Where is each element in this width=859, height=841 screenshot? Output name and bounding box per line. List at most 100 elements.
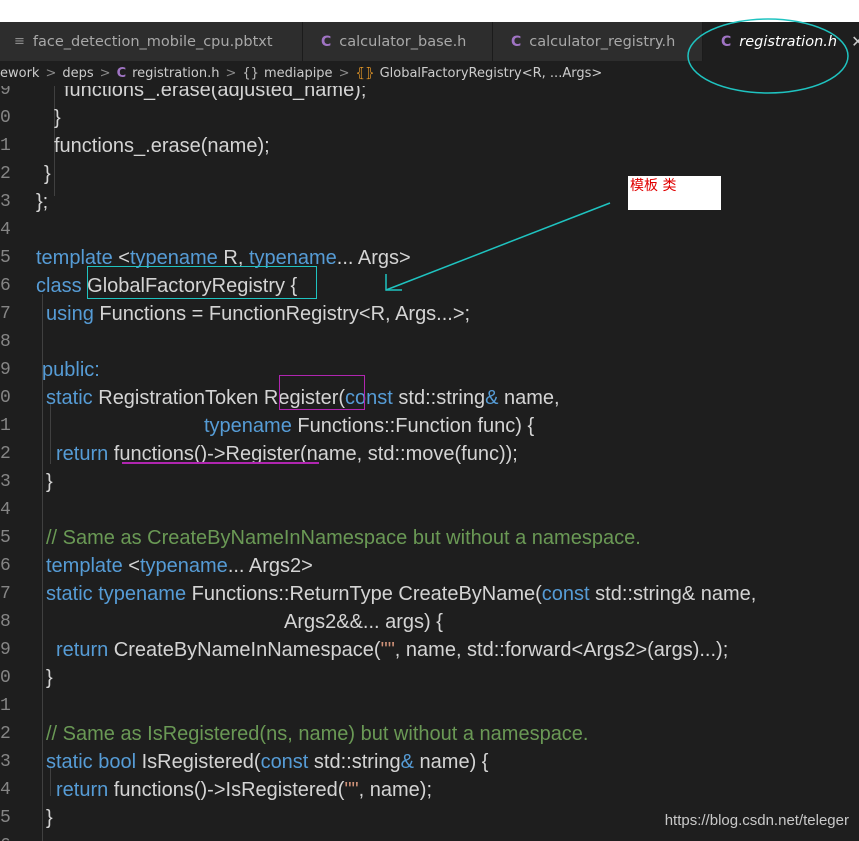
code-text: < [122, 555, 140, 577]
line-number: 4 [0, 780, 11, 800]
chevron-right-icon: > [338, 66, 350, 81]
line-number: 1 [0, 696, 11, 716]
breadcrumb-item-namespace[interactable]: mediapipe [264, 66, 333, 81]
close-icon[interactable]: ✕ [851, 32, 859, 51]
tab-label: calculator_base.h [339, 33, 467, 50]
line-number: 7 [0, 304, 11, 324]
line-number: 4 [0, 500, 11, 520]
code-text: name, [498, 387, 560, 409]
keyword: static [46, 387, 93, 409]
line-number: 2 [0, 724, 11, 744]
code-text: CreateByNameInNamespace( [108, 639, 381, 661]
keyword: & [400, 751, 414, 773]
keyword: const [260, 751, 309, 773]
tab-registration[interactable]: C registration.h ✕ [703, 22, 859, 61]
code-text: std::string& name, [589, 583, 757, 605]
menu-icon: ≡ [14, 34, 25, 49]
line-number: 0 [0, 668, 11, 688]
code-line: } [46, 667, 53, 689]
line-number: 2 [0, 164, 11, 184]
line-number: 5 [0, 528, 11, 548]
class-name-highlight-box [87, 266, 317, 299]
line-number: 0 [0, 388, 11, 408]
tab-label: face_detection_mobile_cpu.pbtxt [32, 33, 273, 50]
code-line: static typename Functions::ReturnType Cr… [46, 580, 756, 608]
line-number: 8 [0, 332, 11, 352]
tab-label: calculator_registry.h [529, 33, 676, 50]
line-number: 9 [0, 86, 11, 100]
keyword: static [46, 751, 93, 773]
code-line: } [44, 163, 51, 185]
code-line: return CreateByNameInNamespace("", name,… [56, 636, 728, 664]
breadcrumb-item-class[interactable]: GlobalFactoryRegistry<R, ...Args> [380, 66, 603, 81]
tab-calculator-registry[interactable]: C calculator_registry.h [493, 22, 703, 61]
line-number: 8 [0, 612, 11, 632]
code-text: std::string [308, 751, 401, 773]
line-number: 5 [0, 248, 11, 268]
code-line: template <typename... Args2> [46, 552, 313, 580]
line-number: 9 [0, 640, 11, 660]
code-text: , name, std::forward<Args2>(args)...); [394, 639, 729, 661]
line-number: 3 [0, 192, 11, 212]
chevron-right-icon: > [225, 66, 237, 81]
keyword: typename [139, 555, 228, 577]
class-icon: ⦃⦄ [355, 66, 375, 81]
line-number: 5 [0, 808, 11, 828]
keyword: using [46, 303, 94, 325]
code-line: functions_.erase(name); [54, 135, 270, 157]
line-number: 6 [0, 556, 11, 576]
tab-calculator-base[interactable]: C calculator_base.h [303, 22, 493, 61]
code-text: std::string [392, 387, 486, 409]
line-number: 3 [0, 472, 11, 492]
keyword: return [56, 443, 109, 465]
code-line: functions_.erase(adjusted_name); [64, 86, 367, 101]
tab-face-detection-mobile-cpu[interactable]: ≡ face_detection_mobile_cpu.pbtxt [0, 22, 303, 61]
top-strip [0, 0, 859, 22]
code-line: typename Functions::Function func) { [204, 412, 534, 440]
code-text: , name); [358, 779, 433, 801]
keyword: bool [98, 751, 137, 773]
line-number: 1 [0, 416, 11, 436]
code-text: Functions::Function func) { [291, 415, 535, 437]
breadcrumb-item-deps[interactable]: deps [62, 66, 93, 81]
tab-label: registration.h [739, 33, 838, 50]
code-comment: // Same as CreateByNameInNamespace but w… [46, 527, 641, 549]
code-line: }; [36, 191, 49, 213]
line-number: 3 [0, 752, 11, 772]
string-literal: "" [344, 779, 359, 801]
code-text: RegistrationToken [92, 387, 264, 409]
c-file-icon: C [721, 33, 732, 50]
code-text: IsRegistered( [136, 751, 261, 773]
indent-guide [50, 404, 51, 464]
code-text: functions()->IsRegistered( [108, 779, 345, 801]
keyword: typename [204, 415, 292, 437]
keyword: typename [98, 583, 187, 605]
code-line: public: [42, 356, 100, 384]
line-number: 6 [0, 276, 11, 296]
c-file-icon: C [116, 66, 127, 81]
breadcrumb-item-framework[interactable]: ework [0, 66, 39, 81]
keyword: template [46, 555, 123, 577]
register-call-underline [122, 462, 319, 464]
code-line: static bool IsRegistered(const std::stri… [46, 748, 488, 776]
code-text: ... Args> [336, 247, 411, 269]
keyword: const [541, 583, 590, 605]
keyword: public: [42, 359, 100, 381]
line-number: 9 [0, 360, 11, 380]
namespace-icon: {} [242, 66, 259, 81]
keyword: class [36, 275, 82, 297]
line-number: 1 [0, 136, 11, 156]
line-number: 7 [0, 584, 11, 604]
keyword: & [485, 387, 499, 409]
line-number: 6 [0, 832, 11, 841]
editor-tab-bar: ≡ face_detection_mobile_cpu.pbtxt C calc… [0, 22, 859, 61]
code-text: ... Args2> [227, 555, 313, 577]
breadcrumb-item-file[interactable]: registration.h [132, 66, 219, 81]
chevron-right-icon: > [45, 66, 57, 81]
code-line: } [46, 807, 53, 829]
string-literal: "" [380, 639, 395, 661]
code-text: Functions = FunctionRegistry<R, Args...>… [93, 303, 471, 325]
keyword: return [56, 639, 109, 661]
c-file-icon: C [321, 33, 332, 50]
line-number: 4 [0, 220, 11, 240]
